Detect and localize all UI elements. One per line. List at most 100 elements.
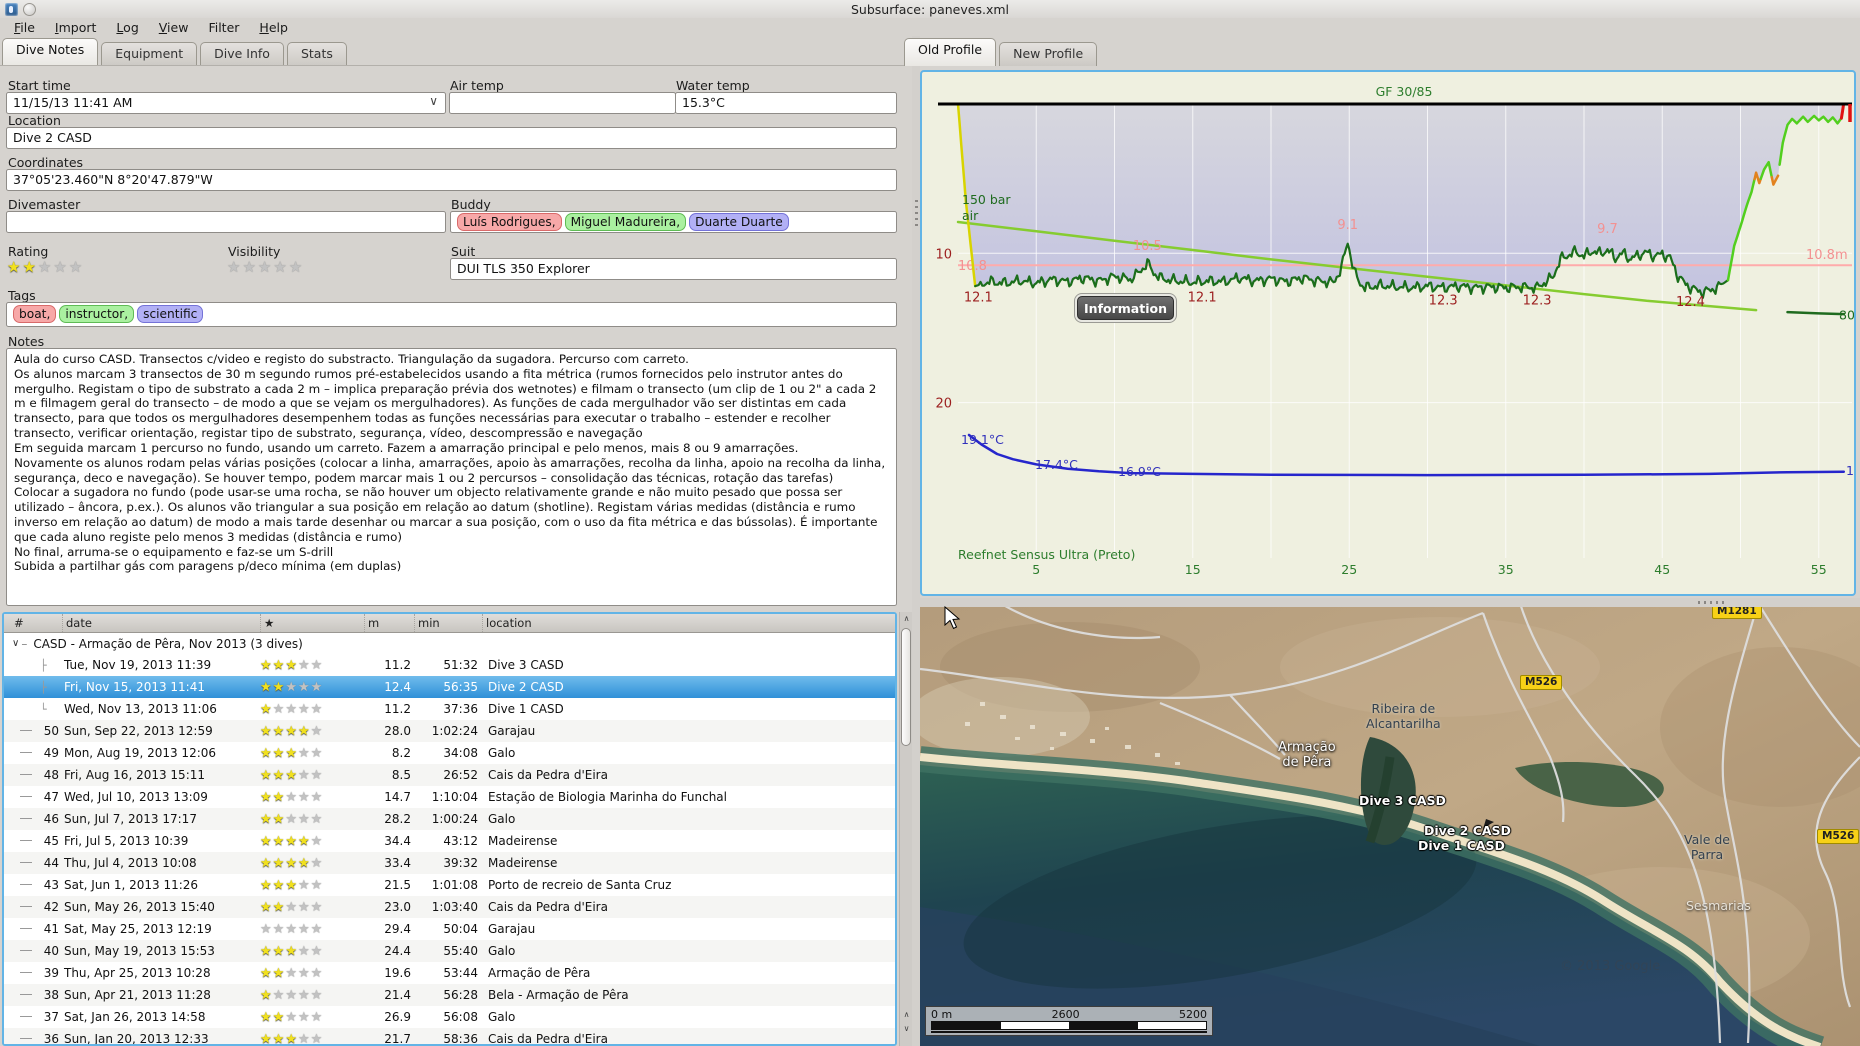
dive-number: 37 <box>43 1010 59 1024</box>
dive-date: Mon, Aug 19, 2013 12:06 <box>64 746 217 760</box>
air-temp-field[interactable] <box>449 92 676 114</box>
coordinates-field[interactable]: 37°05'23.460"N 8°20'47.879"W <box>6 169 897 191</box>
dive-rating: ★★★★★ <box>260 767 324 783</box>
dive-row[interactable]: 37 Sat, Jan 26, 2013 14:58 ★★★★★ 26.9 56:08 G… <box>4 1006 895 1028</box>
dive-location: Porto de recreio de Santa Cruz <box>488 878 672 892</box>
tab-equipment[interactable]: Equipment <box>101 42 198 66</box>
dive-row[interactable]: ├ Tue, Nov 19, 2013 11:39 ★★★★★ 11.2 51:32 Di… <box>4 654 895 676</box>
left-tab-bar: Dive Notes Equipment Dive Info Stats <box>2 38 350 66</box>
dive-row[interactable]: ├ Fri, Nov 15, 2013 11:41 ★★★★★ 12.4 56:35 Di… <box>4 676 895 698</box>
dive-row[interactable]: 47 Wed, Jul 10, 2013 13:09 ★★★★★ 14.7 1:10:0… <box>4 786 895 808</box>
dive-row[interactable]: 44 Thu, Jul 4, 2013 10:08 ★★★★★ 33.4 39:32 Ma… <box>4 852 895 874</box>
visibility-stars[interactable]: ★★★★★ <box>227 258 304 276</box>
dive-row[interactable]: 39 Thu, Apr 25, 2013 10:28 ★★★★★ 19.6 53:44 A… <box>4 962 895 984</box>
tab-dive-notes[interactable]: Dive Notes <box>2 38 99 66</box>
dive-depth: 26.9 <box>384 1010 411 1024</box>
tags-field[interactable]: boat, instructor, scientific <box>6 302 897 327</box>
dive-duration: 1:01:08 <box>431 878 478 892</box>
dive-date: Fri, Aug 16, 2013 15:11 <box>64 768 206 782</box>
svg-text:9.7: 9.7 <box>1597 222 1618 237</box>
dive-row[interactable]: 49 Mon, Aug 19, 2013 12:06 ★★★★★ 8.2 34:08 Ga… <box>4 742 895 764</box>
dive-row[interactable]: 50 Sun, Sep 22, 2013 12:59 ★★★★★ 28.0 1:02:2… <box>4 720 895 742</box>
dive-rating: ★★★★★ <box>260 745 324 761</box>
dive-depth: 8.2 <box>391 746 411 760</box>
svg-text:25: 25 <box>1341 562 1357 577</box>
dive-depth: 34.4 <box>384 834 411 848</box>
dive-depth: 11.2 <box>384 702 411 716</box>
menu-view[interactable]: View <box>149 18 199 38</box>
menu-filter[interactable]: Filter <box>198 18 249 38</box>
svg-text:12.4: 12.4 <box>1676 295 1705 310</box>
location-label: Location <box>8 113 61 128</box>
location-field[interactable]: Dive 2 CASD <box>6 127 897 149</box>
dive-row[interactable]: 46 Sun, Jul 7, 2013 17:17 ★★★★★ 28.2 1:00:24… <box>4 808 895 830</box>
dive-row[interactable]: 42 Sun, May 26, 2013 15:40 ★★★★★ 23.0 1:03:4… <box>4 896 895 918</box>
trip-row[interactable]: ∨ – CASD - Armação de Pêra, Nov 2013 (3 … <box>4 633 895 654</box>
horizontal-splitter-grip[interactable] <box>1698 601 1724 604</box>
dive-rating: ★★★★★ <box>260 965 324 981</box>
dive-rating: ★★★★★ <box>260 811 324 827</box>
svg-text:12.1: 12.1 <box>1188 291 1217 306</box>
dive-list-scrollbar[interactable]: ∧ ∧ ∨ <box>899 612 912 1046</box>
tab-dive-info[interactable]: Dive Info <box>200 42 284 66</box>
tab-old-profile[interactable]: Old Profile <box>904 38 997 66</box>
start-time-combo[interactable]: 11/15/13 11:41 AM ∨ <box>6 92 446 114</box>
dive-duration: 37:36 <box>443 702 478 716</box>
dive-rating: ★★★★★ <box>260 899 324 915</box>
buddy-field[interactable]: Luís Rodrigues, Miguel Madureira, Duarte D… <box>450 211 897 233</box>
dive-row[interactable]: 38 Sun, Apr 21, 2013 11:28 ★★★★★ 21.4 56:28 B… <box>4 984 895 1006</box>
dive-date: Sun, May 26, 2013 15:40 <box>64 900 215 914</box>
dive-row[interactable]: 48 Fri, Aug 16, 2013 15:11 ★★★★★ 8.5 26:52 Ca… <box>4 764 895 786</box>
scrollbar-thumb[interactable] <box>901 628 911 746</box>
dive-depth: 12.4 <box>384 680 411 694</box>
notes-textarea[interactable]: Aula do curso CASD. Transectos c/video e… <box>6 348 897 606</box>
dive-depth: 19.6 <box>384 966 411 980</box>
dive-rating: ★★★★★ <box>260 877 324 893</box>
dive-row[interactable]: └ Wed, Nov 13, 2013 11:06 ★★★★★ 11.2 37:36 Di… <box>4 698 895 720</box>
column-header-0[interactable]: # <box>4 614 62 632</box>
dive-depth: 21.5 <box>384 878 411 892</box>
dive-depth: 28.0 <box>384 724 411 738</box>
vertical-splitter[interactable] <box>912 36 920 1046</box>
column-header-1[interactable]: date <box>62 614 260 632</box>
tag-pill: Duarte Duarte <box>689 213 789 231</box>
map-panel[interactable]: Armação de Pêra Ribeira de Alcantarilha Va… <box>920 607 1860 1046</box>
suit-field[interactable]: DUI TLS 350 Explorer <box>450 258 897 280</box>
tab-new-profile[interactable]: New Profile <box>999 42 1098 66</box>
dive-duration: 1:10:04 <box>431 790 478 804</box>
dive-location: Cais da Pedra d'Eira <box>488 900 608 914</box>
svg-text:20: 20 <box>935 397 952 412</box>
column-header-3[interactable]: m <box>364 614 414 632</box>
dive-location: Bela - Armação de Pêra <box>488 988 629 1002</box>
trip-label: CASD - Armação de Pêra, Nov 2013 (3 dive… <box>33 636 303 651</box>
dive-rating: ★★★★★ <box>260 701 324 717</box>
column-header-2[interactable]: ★ <box>260 614 364 632</box>
dive-row[interactable]: 36 Sun, Jan 20, 2013 12:33 ★★★★★ 21.7 58:36 C… <box>4 1028 895 1044</box>
start-time-label: Start time <box>8 78 71 93</box>
divemaster-field[interactable] <box>6 211 446 233</box>
information-button[interactable]: Information <box>1077 296 1174 320</box>
water-temp-field[interactable]: 15.3°C <box>675 92 897 114</box>
menu-help[interactable]: Help <box>249 18 298 38</box>
menu-log[interactable]: Log <box>106 18 148 38</box>
menu-file[interactable]: File <box>4 18 45 38</box>
dive-location: Armação de Pêra <box>488 966 591 980</box>
tag-pill: Miguel Madureira, <box>564 213 687 231</box>
dive-row[interactable]: 41 Sat, May 25, 2013 12:19 ★★★★★ 29.4 50:04 G… <box>4 918 895 940</box>
svg-text:17.4°C: 17.4°C <box>1035 457 1078 472</box>
dive-location: Galo <box>488 746 516 760</box>
dive-depth: 29.4 <box>384 922 411 936</box>
rating-stars[interactable]: ★★★★★ <box>7 258 84 276</box>
dive-row[interactable]: 40 Sun, May 19, 2013 15:53 ★★★★★ 24.4 55:40 G… <box>4 940 895 962</box>
dive-duration: 55:40 <box>443 944 478 958</box>
column-header-5[interactable]: location <box>482 614 895 632</box>
dive-row[interactable]: 45 Fri, Jul 5, 2013 10:39 ★★★★★ 34.4 43:12 Ma… <box>4 830 895 852</box>
svg-text:12.3: 12.3 <box>1523 294 1552 309</box>
dive-row[interactable]: 43 Sat, Jun 1, 2013 11:26 ★★★★★ 21.5 1:01:08… <box>4 874 895 896</box>
menu-import[interactable]: Import <box>45 18 107 38</box>
expander-icon[interactable]: ∨ <box>12 638 19 649</box>
dive-duration: 39:32 <box>443 856 478 870</box>
vertical-splitter-grip[interactable] <box>915 200 918 226</box>
column-header-4[interactable]: min <box>414 614 482 632</box>
tab-stats[interactable]: Stats <box>286 42 347 66</box>
